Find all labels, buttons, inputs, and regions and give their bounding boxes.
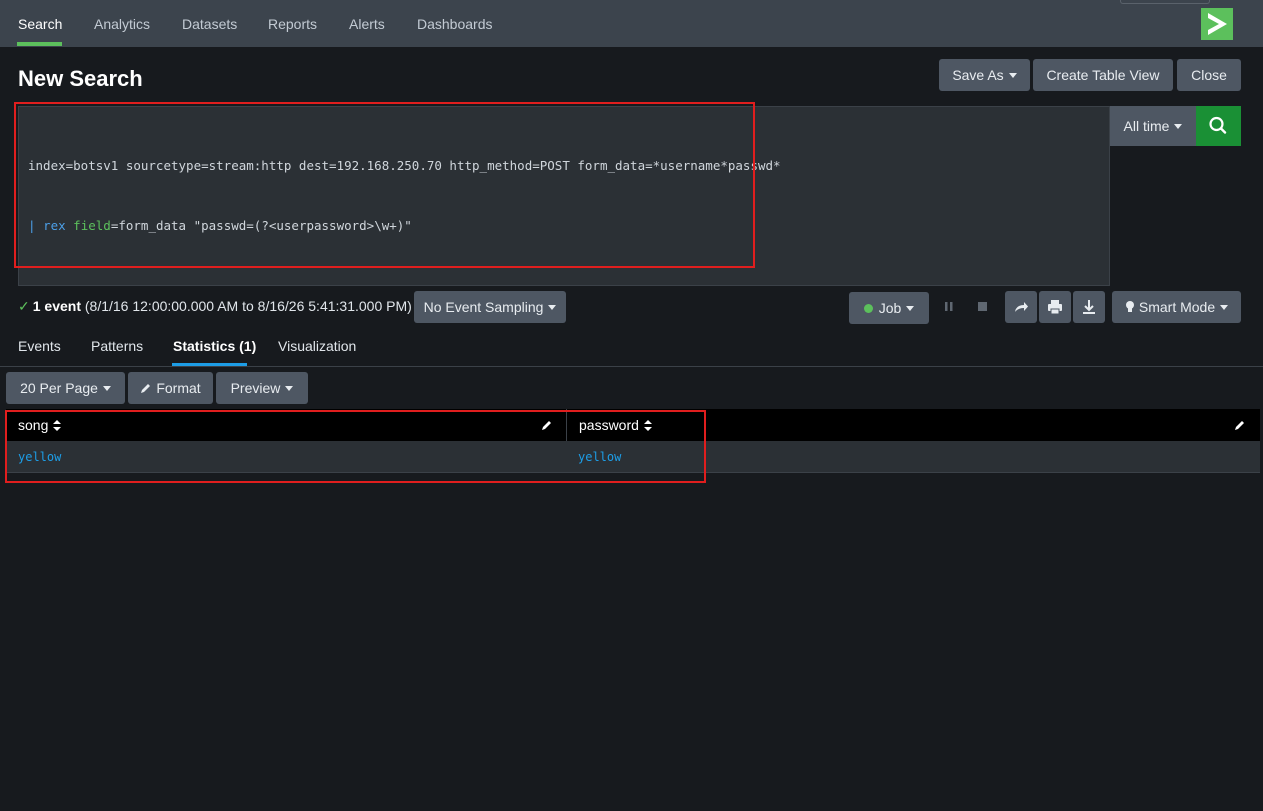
column-header-label: password: [579, 417, 639, 433]
column-header-song[interactable]: song: [18, 409, 62, 441]
time-range-picker[interactable]: All time: [1110, 106, 1196, 146]
stop-icon: [978, 302, 987, 311]
chevron-down-icon: [1174, 124, 1183, 129]
column-divider: [566, 409, 567, 441]
splunk-logo-icon[interactable]: [1201, 8, 1233, 40]
column-header-label: song: [18, 417, 49, 433]
page-title: New Search: [18, 66, 143, 91]
chevron-down-icon: [1008, 73, 1017, 78]
format-label: Format: [156, 380, 201, 396]
table-cell-password[interactable]: yellow: [578, 441, 621, 473]
chevron-down-icon: [906, 306, 915, 311]
per-page-dropdown[interactable]: 20 Per Page: [6, 372, 125, 404]
tab-statistics[interactable]: Statistics (1): [173, 338, 256, 354]
table-cell-song[interactable]: yellow: [18, 441, 61, 473]
sort-icon: [53, 420, 62, 431]
app-menu-edge[interactable]: [1120, 0, 1210, 4]
search-icon: [1209, 116, 1227, 134]
nav-dashboards[interactable]: Dashboards: [417, 0, 493, 47]
nav-analytics[interactable]: Analytics: [94, 0, 150, 47]
pencil-icon: [141, 384, 151, 393]
download-icon: [1083, 300, 1095, 314]
chevron-down-icon: [1220, 305, 1229, 310]
search-mode-dropdown[interactable]: Smart Mode: [1112, 291, 1241, 323]
format-button[interactable]: Format: [128, 372, 213, 404]
search-query-text[interactable]: index=botsv1 sourcetype=stream:http dest…: [28, 116, 1098, 272]
tabs-divider: [0, 366, 1263, 367]
column-edit-pencil-icon[interactable]: [1234, 419, 1246, 431]
top-nav: Search Analytics Datasets Reports Alerts…: [0, 0, 1263, 47]
job-label: Job: [878, 300, 902, 316]
share-button[interactable]: [1005, 291, 1037, 323]
stop-button[interactable]: [967, 291, 999, 323]
lightbulb-icon: [1125, 301, 1134, 312]
per-page-label: 20 Per Page: [20, 380, 98, 396]
pause-icon: [945, 302, 953, 311]
time-range-summary: (8/1/16 12:00:00.000 AM to 8/16/26 5:41:…: [84, 298, 412, 314]
time-range-label: All time: [1123, 118, 1170, 134]
nav-reports[interactable]: Reports: [268, 0, 317, 47]
pause-button[interactable]: [933, 291, 965, 323]
nav-search[interactable]: Search: [18, 0, 62, 47]
event-sampling-dropdown[interactable]: No Event Sampling: [414, 291, 566, 323]
job-menu-button[interactable]: Job: [849, 292, 929, 324]
job-status-icon: [863, 304, 873, 313]
run-search-button[interactable]: [1196, 106, 1241, 146]
tab-events[interactable]: Events: [18, 338, 61, 354]
share-icon: [1015, 302, 1028, 312]
event-count[interactable]: 1 event: [33, 298, 81, 314]
tab-visualization[interactable]: Visualization: [278, 338, 356, 354]
chevron-down-icon: [102, 386, 111, 391]
chevron-down-icon: [285, 386, 294, 391]
event-sampling-label: No Event Sampling: [423, 299, 544, 315]
nav-alerts[interactable]: Alerts: [349, 0, 385, 47]
column-header-password[interactable]: password: [579, 409, 652, 441]
query-line-1: index=botsv1 sourcetype=stream:http dest…: [28, 158, 781, 173]
preview-dropdown[interactable]: Preview: [216, 372, 308, 404]
query-line-2: | rex field=form_data "passwd=(?<userpas…: [28, 218, 412, 233]
table-row: yellow yellow: [6, 441, 1260, 473]
close-button[interactable]: Close: [1177, 59, 1241, 91]
preview-label: Preview: [230, 380, 281, 396]
save-as-button[interactable]: Save As: [939, 59, 1030, 91]
create-table-view-button[interactable]: Create Table View: [1033, 59, 1173, 91]
tab-patterns[interactable]: Patterns: [91, 338, 143, 354]
print-button[interactable]: [1039, 291, 1071, 323]
print-icon: [1048, 300, 1062, 315]
chevron-down-icon: [548, 305, 557, 310]
table-header: song password: [6, 409, 1260, 441]
active-nav-indicator: [17, 42, 62, 46]
check-icon: ✓: [18, 298, 30, 314]
column-edit-pencil-icon[interactable]: [541, 419, 553, 431]
sort-icon: [643, 420, 652, 431]
save-as-label: Save As: [952, 67, 1004, 83]
export-button[interactable]: [1073, 291, 1105, 323]
search-mode-label: Smart Mode: [1138, 299, 1216, 315]
search-status: ✓ 1 event (8/1/16 12:00:00.000 AM to 8/16…: [18, 298, 412, 315]
nav-datasets[interactable]: Datasets: [182, 0, 237, 47]
